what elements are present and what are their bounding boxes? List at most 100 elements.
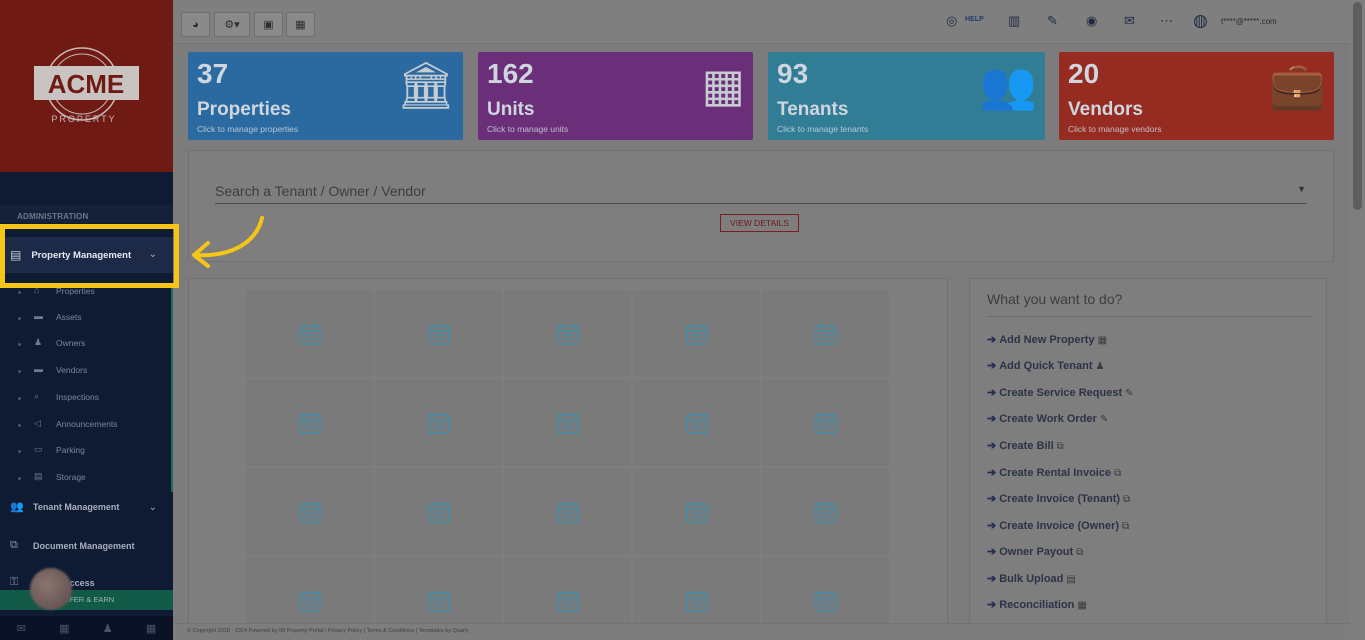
sidebar: ACME PROPERTY ADMINISTRATION ▤ Property … (0, 0, 173, 640)
action-link[interactable]: ➔Create Invoice (Owner)⧉ (987, 519, 1129, 532)
stat-subtitle: Click to manage units (487, 124, 568, 134)
sidebar-subitem-vendors[interactable]: ▬Vendors (0, 361, 173, 381)
action-link[interactable]: ➔Create Work Order✎ (987, 412, 1108, 425)
calendar-cell[interactable] (762, 468, 889, 555)
action-link[interactable]: ➔Create Service Request✎ (987, 386, 1134, 399)
envelope-icon[interactable]: ✉ (17, 622, 26, 635)
calendar-button[interactable]: ▣ (254, 12, 283, 37)
scrollbar-thumb[interactable] (1353, 2, 1362, 210)
topbar: ◕ ⚙▾ ▣ ▦ ◎ HELP ▥ ✎ ◉ ✉ ⋯ ◍ t****@*****.… (173, 0, 1350, 44)
dashboard-button[interactable]: ◕ (181, 12, 210, 37)
sidebar-item-document-management[interactable]: ⧉ Document Management (0, 535, 173, 559)
stat-card-vendors[interactable]: 20VendorsClick to manage vendors💼 (1059, 52, 1334, 140)
calendar-cell[interactable] (633, 468, 760, 555)
search-input[interactable] (215, 178, 1307, 204)
logo[interactable]: ACME PROPERTY (0, 0, 173, 172)
calendar-cell[interactable] (504, 379, 631, 466)
key-icon: ⚿ (10, 576, 18, 589)
calendar-icon (554, 320, 582, 348)
sidebar-item-tenant-management[interactable]: 👥 Tenant Management ⌄ (0, 496, 173, 520)
calendar-cell[interactable] (633, 379, 760, 466)
bullet-dot (18, 424, 21, 427)
search-panel: ▼ VIEW DETAILS (188, 150, 1334, 262)
calendar-icon (296, 587, 324, 615)
arrow-right-icon: ➔ (987, 467, 996, 479)
calendar-cell[interactable] (246, 379, 373, 466)
refer-earn-button[interactable]: REFER & EARN (0, 590, 173, 610)
view-details-button[interactable]: VIEW DETAILS (720, 214, 799, 232)
sidebar-subitem-label: Announcements (56, 419, 117, 429)
caret-down-icon[interactable]: ▼ (1297, 184, 1306, 194)
user-icon: ♟ (34, 337, 42, 348)
calendar-cell[interactable] (246, 290, 373, 377)
calendar-icon (554, 587, 582, 615)
sidebar-subitem-inspections[interactable]: ⌕Inspections (0, 388, 173, 408)
lifebuoy-icon[interactable]: ◎ (946, 13, 957, 29)
action-label: Create Bill (999, 440, 1053, 452)
stat-card-tenants[interactable]: 93TenantsClick to manage tenants👥 (768, 52, 1045, 140)
eye-icon[interactable]: ◉ (1086, 13, 1097, 29)
more-icon[interactable]: ⋯ (1160, 13, 1173, 29)
action-label: Reconciliation (999, 599, 1074, 611)
sidebar-item-admin-access[interactable]: ⚿ Admin Access (0, 572, 173, 592)
calculator-icon: ▦ (295, 18, 305, 31)
building-icon[interactable]: ▦ (59, 622, 69, 635)
action-link[interactable]: ➔Add New Property▦ (987, 333, 1107, 346)
sidebar-subitem-parking[interactable]: ▭Parking (0, 441, 173, 461)
calculator-icon[interactable]: ▦ (146, 622, 156, 635)
action-link[interactable]: ➔Add Quick Tenant♟ (987, 359, 1105, 372)
user-email[interactable]: t****@*****.com (1221, 17, 1277, 26)
stat-title: Vendors (1068, 99, 1143, 121)
calendar-cell[interactable] (504, 290, 631, 377)
stat-number: 37 (197, 58, 228, 90)
sidebar-subitem-announcements[interactable]: ◁Announcements (0, 415, 173, 435)
calendar-cell[interactable] (375, 290, 502, 377)
dashboard-icon: ◕ (192, 19, 199, 31)
calendar-cell[interactable] (504, 468, 631, 555)
stat-card-properties[interactable]: 37PropertiesClick to manage properties🏛 (188, 52, 463, 140)
action-link[interactable]: ➔Create Rental Invoice⧉ (987, 466, 1121, 479)
box-icon: ▬ (34, 311, 43, 321)
settings-dropdown-button[interactable]: ⚙▾ (214, 12, 250, 37)
action-label: Owner Payout (999, 546, 1073, 558)
car-icon: ▭ (34, 444, 43, 455)
stat-number: 20 (1068, 58, 1099, 90)
action-link[interactable]: ➔Create Invoice (Tenant)⧉ (987, 492, 1130, 505)
sidebar-subitem-owners[interactable]: ♟Owners (0, 334, 173, 354)
calculator-button[interactable]: ▦ (286, 12, 315, 37)
stat-subtitle: Click to manage tenants (777, 124, 868, 134)
action-link[interactable]: ➔Create Bill⧉ (987, 439, 1064, 452)
bar-chart-icon[interactable]: ▥ (1008, 13, 1020, 29)
user-icon[interactable]: ♟ (103, 622, 113, 635)
calendar-icon (812, 587, 840, 615)
envelope-icon[interactable]: ✉ (1124, 13, 1135, 29)
calendar-cell[interactable] (375, 468, 502, 555)
action-link[interactable]: ➔Owner Payout⧉ (987, 545, 1083, 558)
wrench-icon[interactable]: ✎ (1047, 13, 1058, 29)
action-link[interactable]: ➔Bulk Upload▤ (987, 572, 1076, 585)
section-label: ADMINISTRATION (17, 212, 89, 221)
help-link[interactable]: HELP (965, 16, 984, 23)
calendar-icon (296, 320, 324, 348)
action-label: Bulk Upload (999, 573, 1063, 585)
scrollbar[interactable] (1350, 0, 1365, 640)
calendar-cell[interactable] (375, 379, 502, 466)
calendar-cell[interactable] (246, 468, 373, 555)
sidebar-subitem-storage[interactable]: ▤Storage (0, 468, 173, 488)
bullet-dot (18, 343, 21, 346)
bullet-dot (18, 397, 21, 400)
calendar-cell[interactable] (633, 290, 760, 377)
calendar-cell[interactable] (762, 379, 889, 466)
calendar-icon (683, 409, 711, 437)
user-avatar[interactable] (30, 568, 72, 610)
action-link[interactable]: ➔Reconciliation▦ (987, 598, 1087, 611)
stat-number: 162 (487, 58, 534, 90)
documents-icon: ⧉ (10, 539, 18, 552)
stat-card-units[interactable]: 162UnitsClick to manage units▦ (478, 52, 753, 140)
users-icon: 👥 (10, 500, 24, 513)
arrow-right-icon: ➔ (987, 520, 996, 532)
sidebar-subitem-assets[interactable]: ▬Assets (0, 308, 173, 328)
calendar-cell[interactable] (762, 290, 889, 377)
user-icon[interactable]: ◍ (1193, 11, 1208, 31)
stat-title: Tenants (777, 99, 848, 121)
